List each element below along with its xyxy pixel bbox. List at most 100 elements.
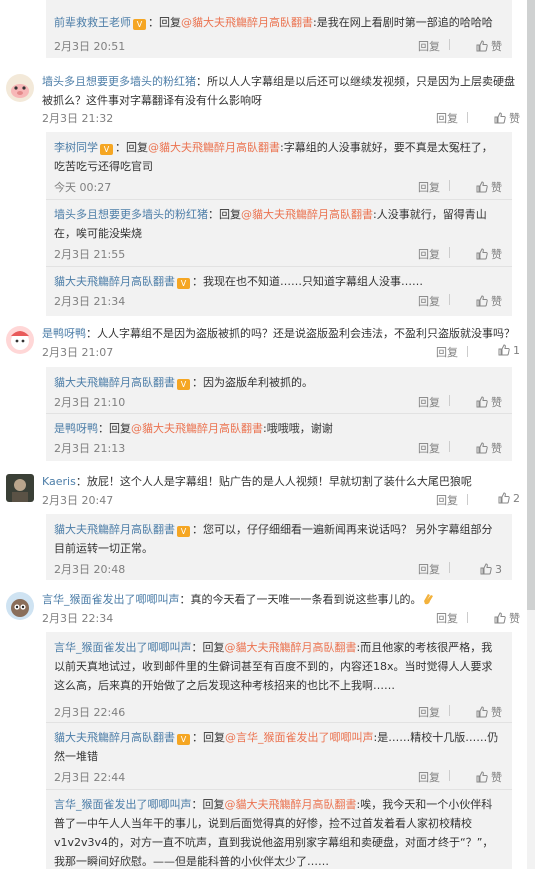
divider (46, 199, 512, 200)
reply-prefix: ：回复 (148, 16, 181, 29)
divider (46, 722, 512, 723)
reply-item: 言华_猴面雀发出了唧唧叫声：回复@貓大夫飛觴醉月高臥翻書:而且他家的考核很严格，… (54, 638, 502, 719)
reply-author-link[interactable]: 貓大夫飛觴醉月高臥翻書 (54, 275, 175, 288)
like-button[interactable]: 赞 (462, 703, 502, 722)
like-button[interactable]: 赞 (462, 768, 502, 787)
comment-author-link[interactable]: 墙头多且想要更多墙头的粉红猪 (42, 75, 196, 88)
reply-time: 2月3日 20:48 (54, 563, 126, 576)
vip-badge-icon: V (177, 526, 190, 537)
reply-meta: 2月3日 22:46 回复 赞 (54, 703, 502, 719)
like-label: 赞 (491, 706, 502, 719)
divider (449, 39, 450, 50)
comment-meta: 2月3日 20:47 回复 2 (42, 492, 520, 508)
like-label: 赞 (491, 40, 502, 53)
reply-author-link[interactable]: 李树同学 (54, 141, 98, 154)
like-button[interactable]: 赞 (462, 393, 502, 412)
reply-author-link[interactable]: 言华_猴面雀发出了唧唧叫声 (54, 641, 192, 654)
reply-list: 李树同学 V ：回复@貓大夫飛觴醉月高臥翻書:字幕组的人没事就好，要不真是太冤枉了，… (46, 132, 512, 316)
like-label: 赞 (491, 181, 502, 194)
divider (467, 112, 468, 123)
user-avatar[interactable] (6, 474, 34, 502)
reply-button[interactable]: 回复 (418, 439, 440, 458)
like-button[interactable]: 3 (462, 560, 502, 579)
reply-text: 言华_猴面雀发出了唧唧叫声：回复@貓大夫飛觴醉月高臥翻書:唉，我今天和一个小伙伴… (54, 795, 502, 869)
thumbs-up-icon (498, 492, 510, 504)
reply-button[interactable]: 回复 (418, 768, 440, 787)
mention-link[interactable]: @貓大夫飛觴醉月高臥翻書 (181, 16, 313, 29)
reply-button[interactable]: 回复 (418, 560, 440, 579)
reply-button[interactable]: 回复 (418, 178, 440, 197)
comment-meta: 2月3日 21:07 回复 1 (42, 344, 520, 360)
mention-link[interactable]: @貓大夫飛觴醉月高臥翻書 (131, 422, 263, 435)
user-avatar[interactable] (6, 592, 34, 620)
reply-item: 言华_猴面雀发出了唧唧叫声：回复@貓大夫飛觴醉月高臥翻書:唉，我今天和一个小伙伴… (54, 795, 502, 869)
reply-button[interactable]: 回复 (436, 610, 458, 626)
reply-button[interactable]: 回复 (418, 37, 440, 56)
reply-button[interactable]: 回复 (436, 344, 458, 360)
reply-button[interactable]: 回复 (418, 703, 440, 722)
comment-author-link[interactable]: 是鸭呀鸭 (42, 327, 86, 340)
reply-button[interactable]: 回复 (436, 110, 458, 126)
mention-link[interactable]: @貓大夫飛觴醉月高臥翻書 (225, 641, 357, 654)
like-label: 赞 (491, 295, 502, 308)
like-count: 3 (495, 563, 502, 576)
mention-link[interactable]: @貓大夫飛觴醉月高臥翻書 (148, 141, 280, 154)
vip-badge-icon: V (177, 734, 190, 745)
thumbs-up-icon (494, 112, 506, 124)
comment-item: Kaeris：放屁！这个人人是字幕组！贴广告的是人人视频！早就切割了装什么大尾巴… (6, 472, 520, 508)
like-button[interactable]: 赞 (480, 610, 520, 626)
like-button[interactable]: 2 (480, 492, 520, 505)
thumbs-up-icon (476, 706, 488, 718)
comment-meta: 2月3日 21:32 回复 赞 (42, 110, 520, 126)
like-label: 赞 (491, 442, 502, 455)
clapping-hands-icon (423, 594, 433, 605)
reply-item: 貓大夫飛觴醉月高臥翻書 V ：您可以，仔仔细细看一遍新闻再来说话吗？ 另外字幕组部分… (54, 520, 502, 576)
scrollbar-track[interactable] (527, 0, 535, 869)
reply-text: 墙头多且想要更多墙头的粉红猪：回复@貓大夫飛觴醉月高臥翻書:人没事就行，留得青山… (54, 205, 502, 243)
comment-item: 墙头多且想要更多墙头的粉红猪：所以人人字幕组是以后还可以继续发视频，只是因为上层… (6, 72, 520, 126)
like-button[interactable]: 赞 (462, 178, 502, 197)
reply-text: 言华_猴面雀发出了唧唧叫声：回复@貓大夫飛觴醉月高臥翻書:而且他家的考核很严格，… (54, 638, 502, 695)
reply-author-link[interactable]: 墙头多且想要更多墙头的粉红猪 (54, 208, 208, 221)
reply-prefix: ：回复 (115, 141, 148, 154)
reply-button[interactable]: 回复 (418, 245, 440, 264)
divider (467, 346, 468, 357)
like-button[interactable]: 赞 (462, 439, 502, 458)
like-button[interactable]: 赞 (480, 110, 520, 126)
reply-author-link[interactable]: 前辈救救王老师 (54, 16, 131, 29)
reply-body: :是我在网上看剧时第一部追的哈哈哈 (313, 16, 493, 29)
mention-link[interactable]: @貓大夫飛觴醉月高臥翻書 (241, 208, 373, 221)
mention-link[interactable]: @言华_猴面雀发出了唧唧叫声 (225, 731, 374, 744)
comment-meta: 2月3日 22:34 回复 赞 (42, 610, 520, 626)
reply-author-link[interactable]: 貓大夫飛觴醉月高臥翻書 (54, 731, 175, 744)
reply-author-link[interactable]: 是鸭呀鸭 (54, 422, 98, 435)
like-button[interactable]: 赞 (462, 37, 502, 56)
reply-text: 前辈救救王老师 V ：回复@貓大夫飛觴醉月高臥翻書:是我在网上看剧时第一部追的哈哈哈 (54, 13, 502, 32)
reply-author-link[interactable]: 貓大夫飛觴醉月高臥翻書 (54, 523, 175, 536)
reply-text: 李树同学 V ：回复@貓大夫飛觴醉月高臥翻書:字幕组的人没事就好，要不真是太冤枉了，… (54, 138, 502, 176)
comment-item: 是鸭呀鸭：人人字幕组不是因为盗版被抓的吗？还是说盗版盈利会违法，不盈利只盗版就没… (6, 324, 520, 360)
like-button[interactable]: 1 (480, 344, 520, 357)
reply-button[interactable]: 回复 (418, 292, 440, 311)
like-count: 1 (513, 344, 520, 357)
comment-author-link[interactable]: 言华_猴面雀发出了唧唧叫声 (42, 593, 180, 606)
reply-time: 2月3日 22:44 (54, 771, 126, 784)
reply-prefix: ：回复 (98, 422, 131, 435)
reply-author-link[interactable]: 言华_猴面雀发出了唧唧叫声 (54, 798, 192, 811)
thumbs-up-icon (476, 396, 488, 408)
reply-meta: 2月3日 21:10 回复 赞 (54, 393, 502, 409)
like-button[interactable]: 赞 (462, 292, 502, 311)
reply-button[interactable]: 回复 (418, 393, 440, 412)
divider (449, 294, 450, 305)
user-avatar[interactable] (6, 326, 34, 354)
mention-link[interactable]: @貓大夫飛觴醉月高臥翻書 (225, 798, 357, 811)
like-button[interactable]: 赞 (462, 245, 502, 264)
thumbs-up-icon (476, 771, 488, 783)
reply-button[interactable]: 回复 (436, 492, 458, 508)
comment-author-link[interactable]: Kaeris (42, 475, 76, 488)
thumbs-up-icon (476, 40, 488, 52)
divider (46, 266, 512, 267)
reply-author-link[interactable]: 貓大夫飛觴醉月高臥翻書 (54, 376, 175, 389)
user-avatar[interactable] (6, 74, 34, 102)
scrollbar-thumb[interactable] (527, 0, 535, 610)
